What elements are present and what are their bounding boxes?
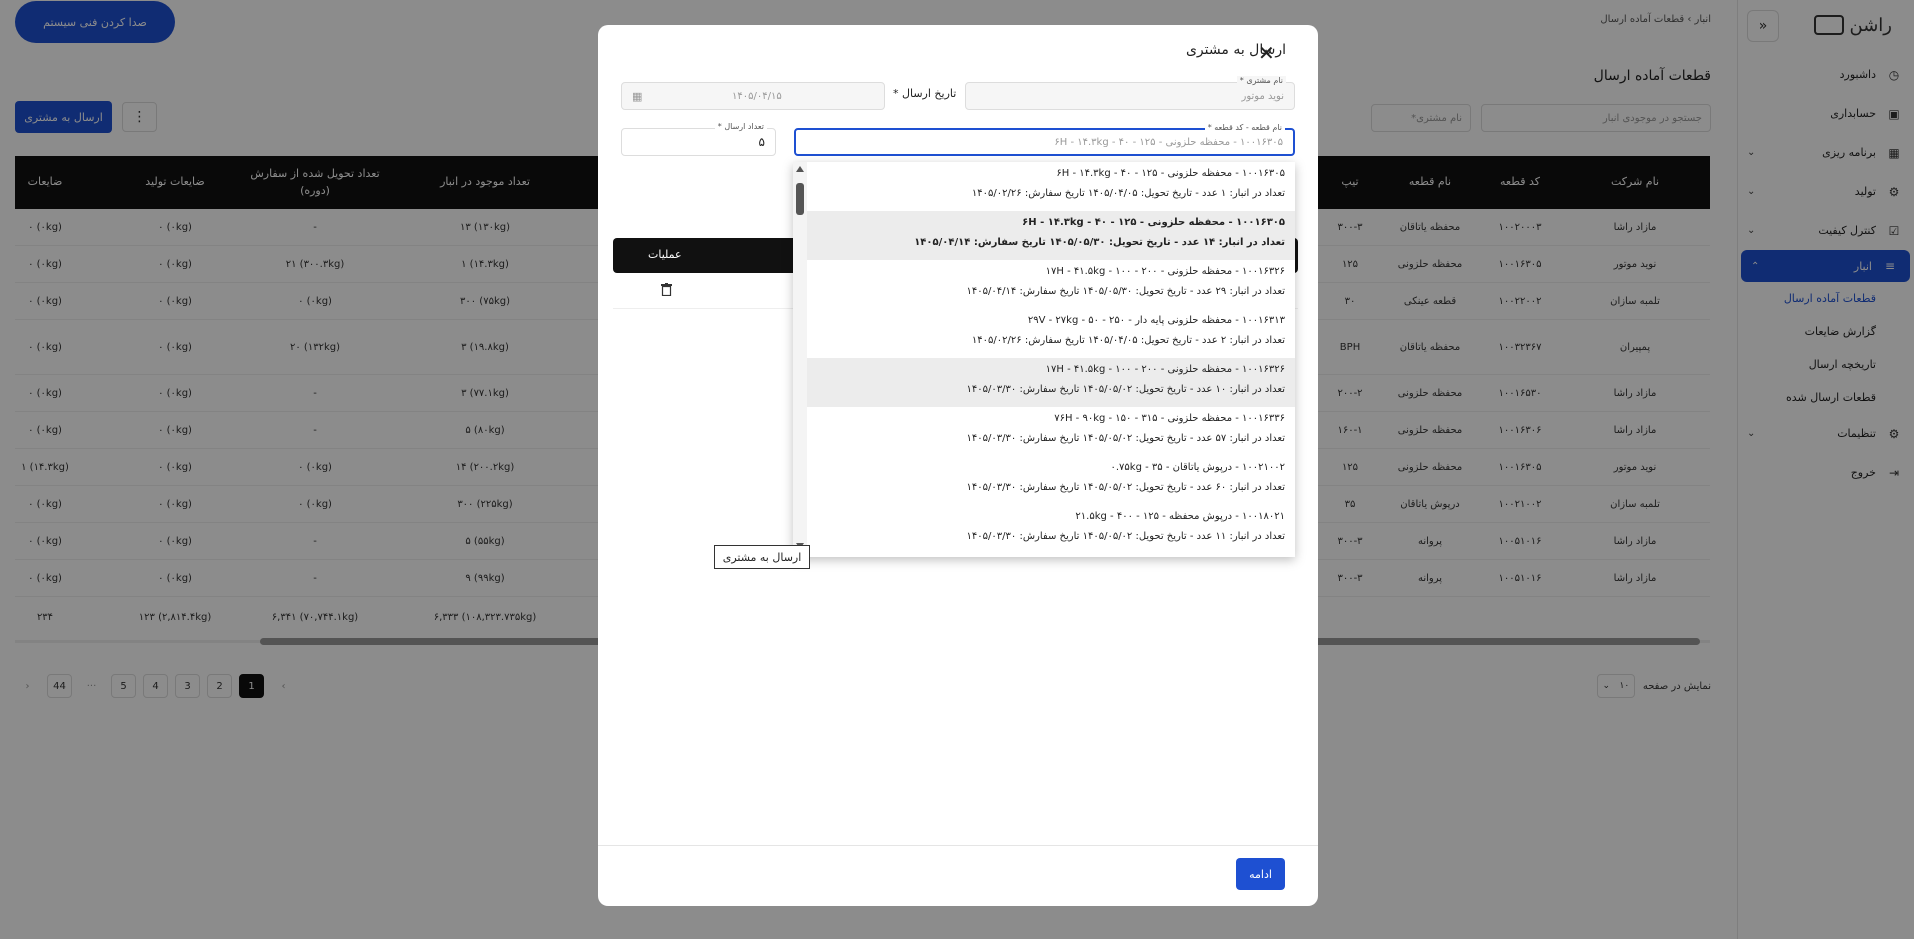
- qty-field-value: ۵: [758, 135, 765, 149]
- option-title: ۱۰۰۱۶۳۳۶ - محفظه حلزونی - ۳۱۵ - ۱۵۰ - ۷۶…: [1054, 413, 1285, 424]
- option-details: تعداد در انبار: ۱۰ عدد - تاریخ تحویل: ۱۴…: [966, 384, 1285, 395]
- customer-field-label: نام مشتری *: [1236, 76, 1286, 85]
- date-field-label: تاریخ ارسال *: [893, 87, 957, 100]
- dropdown-scrollbar[interactable]: [793, 162, 807, 557]
- qty-field-label: تعداد ارسال *: [714, 122, 767, 131]
- dropdown-option[interactable]: ۱۰۰۱۶۳۱۳ - محفظه حلزونی پایه دار - ۲۵۰ -…: [807, 309, 1295, 358]
- trash-icon[interactable]: [661, 283, 672, 296]
- option-title: ۱۰۰۱۶۳۱۳ - محفظه حلزونی پایه دار - ۲۵۰ -…: [1027, 315, 1285, 326]
- close-icon[interactable]: ✕: [1258, 41, 1275, 65]
- option-details: تعداد در انبار: ۲۹ عدد - تاریخ تحویل: ۱۴…: [966, 286, 1285, 297]
- qty-field[interactable]: تعداد ارسال * ۵: [621, 122, 776, 156]
- calendar-icon: ▦: [632, 90, 643, 103]
- part-field-label: نام قطعه - کد قطعه *: [1204, 123, 1285, 132]
- option-details: تعداد در انبار: ۱۱ عدد - تاریخ تحویل: ۱۴…: [966, 531, 1285, 542]
- date-field[interactable]: ۱۴۰۵/۰۴/۱۵ ▦: [621, 82, 885, 110]
- customer-field-value: نوید موتور: [1241, 91, 1284, 102]
- option-title: ۱۰۰۲۱۰۰۲ - درپوش یاتاقان - ۳۵ - ۰.۷۵kg: [1110, 462, 1285, 473]
- part-select-field[interactable]: نام قطعه - کد قطعه * ۱۰۰۱۶۳۰۵ - محفظه حل…: [794, 123, 1295, 156]
- date-field-value: ۱۴۰۵/۰۴/۱۵: [732, 91, 782, 102]
- dropdown-option[interactable]: ۱۰۰۲۱۰۰۲ - درپوش یاتاقان - ۳۵ - ۰.۷۵kg تع…: [807, 456, 1295, 505]
- dropdown-option[interactable]: ۱۰۰۱۶۳۰۵ - محفظه حلزونی - ۱۲۵ - ۴۰ - ۶H …: [807, 211, 1295, 260]
- dropdown-option[interactable]: ۱۰۰۱۶۳۳۶ - محفظه حلزونی - ۳۱۵ - ۱۵۰ - ۷۶…: [807, 407, 1295, 456]
- dropdown-option[interactable]: ۱۰۰۱۸۰۲۱ - درپوش محفظه - ۱۲۵ - ۴۰۰ - ۲۱.…: [807, 505, 1295, 554]
- dropdown-option[interactable]: ۱۰۰۱۶۳۲۶ - محفظه حلزونی - ۲۰۰ - ۱۰۰ - ۱۷…: [807, 358, 1295, 407]
- col-operations: عملیات: [648, 248, 682, 261]
- option-details: تعداد در انبار: ۱۴ عدد - تاریخ تحویل: ۱۴…: [914, 237, 1285, 248]
- dropdown-option[interactable]: ۱۰۰۱۶۳۰۵ - محفظه حلزونی - ۱۲۵ - ۴۰ - ۶H …: [807, 162, 1295, 211]
- option-title: ۱۰۰۱۶۳۲۶ - محفظه حلزونی - ۲۰۰ - ۱۰۰ - ۱۷…: [1045, 266, 1285, 277]
- option-title: ۱۰۰۱۶۳۰۵ - محفظه حلزونی - ۱۲۵ - ۴۰ - ۶H …: [1022, 217, 1285, 228]
- tooltip: ارسال به مشتری: [714, 545, 810, 569]
- option-details: تعداد در انبار: ۱ عدد - تاریخ تحویل: ۱۴۰…: [971, 188, 1285, 199]
- part-dropdown-list: ۱۰۰۱۶۳۰۵ - محفظه حلزونی - ۱۲۵ - ۴۰ - ۶H …: [793, 162, 1295, 557]
- dropdown-scrollbar-thumb[interactable]: [796, 183, 804, 215]
- option-details: تعداد در انبار: ۶۰ عدد - تاریخ تحویل: ۱۴…: [966, 482, 1285, 493]
- customer-field[interactable]: نام مشتری * نوید موتور: [965, 76, 1295, 110]
- scroll-up-icon[interactable]: [796, 166, 804, 172]
- continue-button[interactable]: ادامه: [1236, 858, 1285, 890]
- option-details: تعداد در انبار: ۲ عدد - تاریخ تحویل: ۱۴۰…: [971, 335, 1285, 346]
- option-title: ۱۰۰۱۸۰۲۱ - درپوش محفظه - ۱۲۵ - ۴۰۰ - ۲۱.…: [1075, 511, 1285, 522]
- modal-footer-divider: [598, 845, 1318, 846]
- part-field-value: ۱۰۰۱۶۳۰۵ - محفظه حلزونی - ۱۲۵ - ۴۰ - ۶H …: [1054, 137, 1283, 148]
- dropdown-option[interactable]: ۱۰۰۱۶۳۲۶ - محفظه حلزونی - ۲۰۰ - ۱۰۰ - ۱۷…: [807, 260, 1295, 309]
- option-title: ۱۰۰۱۶۳۰۵ - محفظه حلزونی - ۱۲۵ - ۴۰ - ۶H …: [1056, 168, 1285, 179]
- option-details: تعداد در انبار: ۵۷ عدد - تاریخ تحویل: ۱۴…: [966, 433, 1285, 444]
- option-title: ۱۰۰۱۶۳۲۶ - محفظه حلزونی - ۲۰۰ - ۱۰۰ - ۱۷…: [1045, 364, 1285, 375]
